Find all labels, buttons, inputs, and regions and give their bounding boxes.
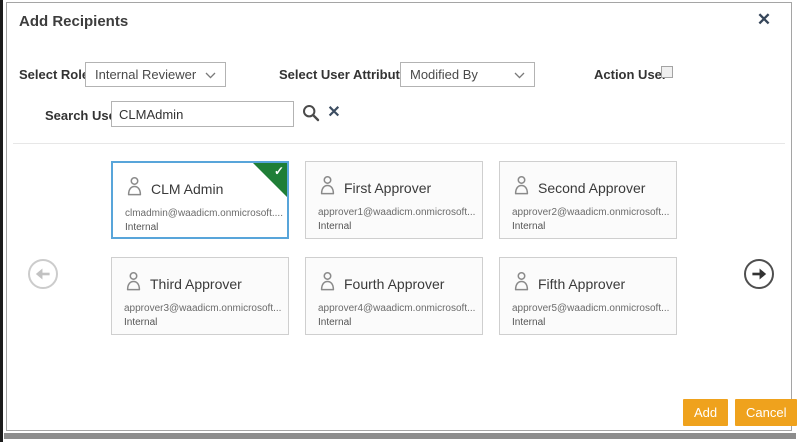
- user-card-email: approver4@waadicm.onmicrosoft...: [306, 297, 482, 314]
- user-card-type: Internal: [112, 314, 288, 328]
- user-icon: [124, 271, 143, 297]
- user-icon: [512, 175, 531, 201]
- check-icon: ✓: [274, 164, 284, 178]
- user-card-name: CLM Admin: [151, 181, 223, 197]
- user-card-name: Second Approver: [538, 180, 645, 196]
- user-card-name: First Approver: [344, 180, 431, 196]
- select-user-attributes-value: Modified By: [410, 67, 478, 82]
- close-icon[interactable]: ✕: [753, 9, 775, 31]
- user-icon: [125, 176, 144, 202]
- cancel-button[interactable]: Cancel: [735, 399, 797, 426]
- user-card-email: approver5@waadicm.onmicrosoft...: [500, 297, 676, 314]
- search-user-input[interactable]: [111, 101, 294, 127]
- user-card[interactable]: ✓ First Approver approver1@waadicm.onmic…: [305, 161, 483, 239]
- add-button[interactable]: Add: [683, 399, 728, 426]
- user-card[interactable]: ✓ CLM Admin clmadmin@waadicm.onmicrosoft…: [111, 161, 289, 239]
- user-icon: [318, 175, 337, 201]
- user-card-type: Internal: [500, 218, 676, 232]
- user-card-type: Internal: [306, 218, 482, 232]
- user-card-email: approver2@waadicm.onmicrosoft...: [500, 201, 676, 218]
- user-card[interactable]: ✓ Third Approver approver3@waadicm.onmic…: [111, 257, 289, 335]
- add-recipients-dialog: Add Recipients ✕ Select Roles Internal R…: [6, 2, 792, 431]
- carousel-prev-icon[interactable]: [28, 259, 58, 289]
- user-icon: [318, 271, 337, 297]
- user-card-name: Fifth Approver: [538, 276, 625, 292]
- user-card-type: Internal: [500, 314, 676, 328]
- action-user-checkbox[interactable]: [661, 66, 673, 78]
- user-card-name: Third Approver: [150, 276, 242, 292]
- search-user-label: Search User: [45, 108, 121, 123]
- user-card-type: Internal: [306, 314, 482, 328]
- divider: [13, 143, 785, 144]
- user-card[interactable]: ✓ Fifth Approver approver5@waadicm.onmic…: [499, 257, 677, 335]
- user-card-email: approver1@waadicm.onmicrosoft...: [306, 201, 482, 218]
- page-bottom-bar: [4, 433, 796, 439]
- user-icon: [512, 271, 531, 297]
- user-card-email: clmadmin@waadicm.onmicrosoft....: [113, 202, 287, 219]
- user-card-name: Fourth Approver: [344, 276, 444, 292]
- select-roles-dropdown[interactable]: Internal Reviewer: [85, 62, 226, 87]
- user-card-type: Internal: [113, 219, 287, 233]
- carousel-next-icon[interactable]: [744, 259, 774, 289]
- select-user-attributes-dropdown[interactable]: Modified By: [400, 62, 535, 87]
- select-user-attributes-label: Select User Attributes: [279, 67, 414, 82]
- user-card-grid: ✓ CLM Admin clmadmin@waadicm.onmicrosoft…: [111, 161, 677, 335]
- search-icon[interactable]: [301, 104, 321, 124]
- chevron-down-icon: [205, 67, 216, 82]
- action-user-label: Action User: [594, 67, 667, 82]
- user-card-email: approver3@waadicm.onmicrosoft...: [112, 297, 288, 314]
- chevron-down-icon: [514, 67, 525, 82]
- dialog-title: Add Recipients: [19, 13, 128, 30]
- user-card[interactable]: ✓ Second Approver approver2@waadicm.onmi…: [499, 161, 677, 239]
- clear-search-icon[interactable]: ✕: [324, 102, 344, 124]
- page-edge-left: [0, 0, 3, 442]
- select-roles-value: Internal Reviewer: [95, 67, 196, 82]
- user-card[interactable]: ✓ Fourth Approver approver4@waadicm.onmi…: [305, 257, 483, 335]
